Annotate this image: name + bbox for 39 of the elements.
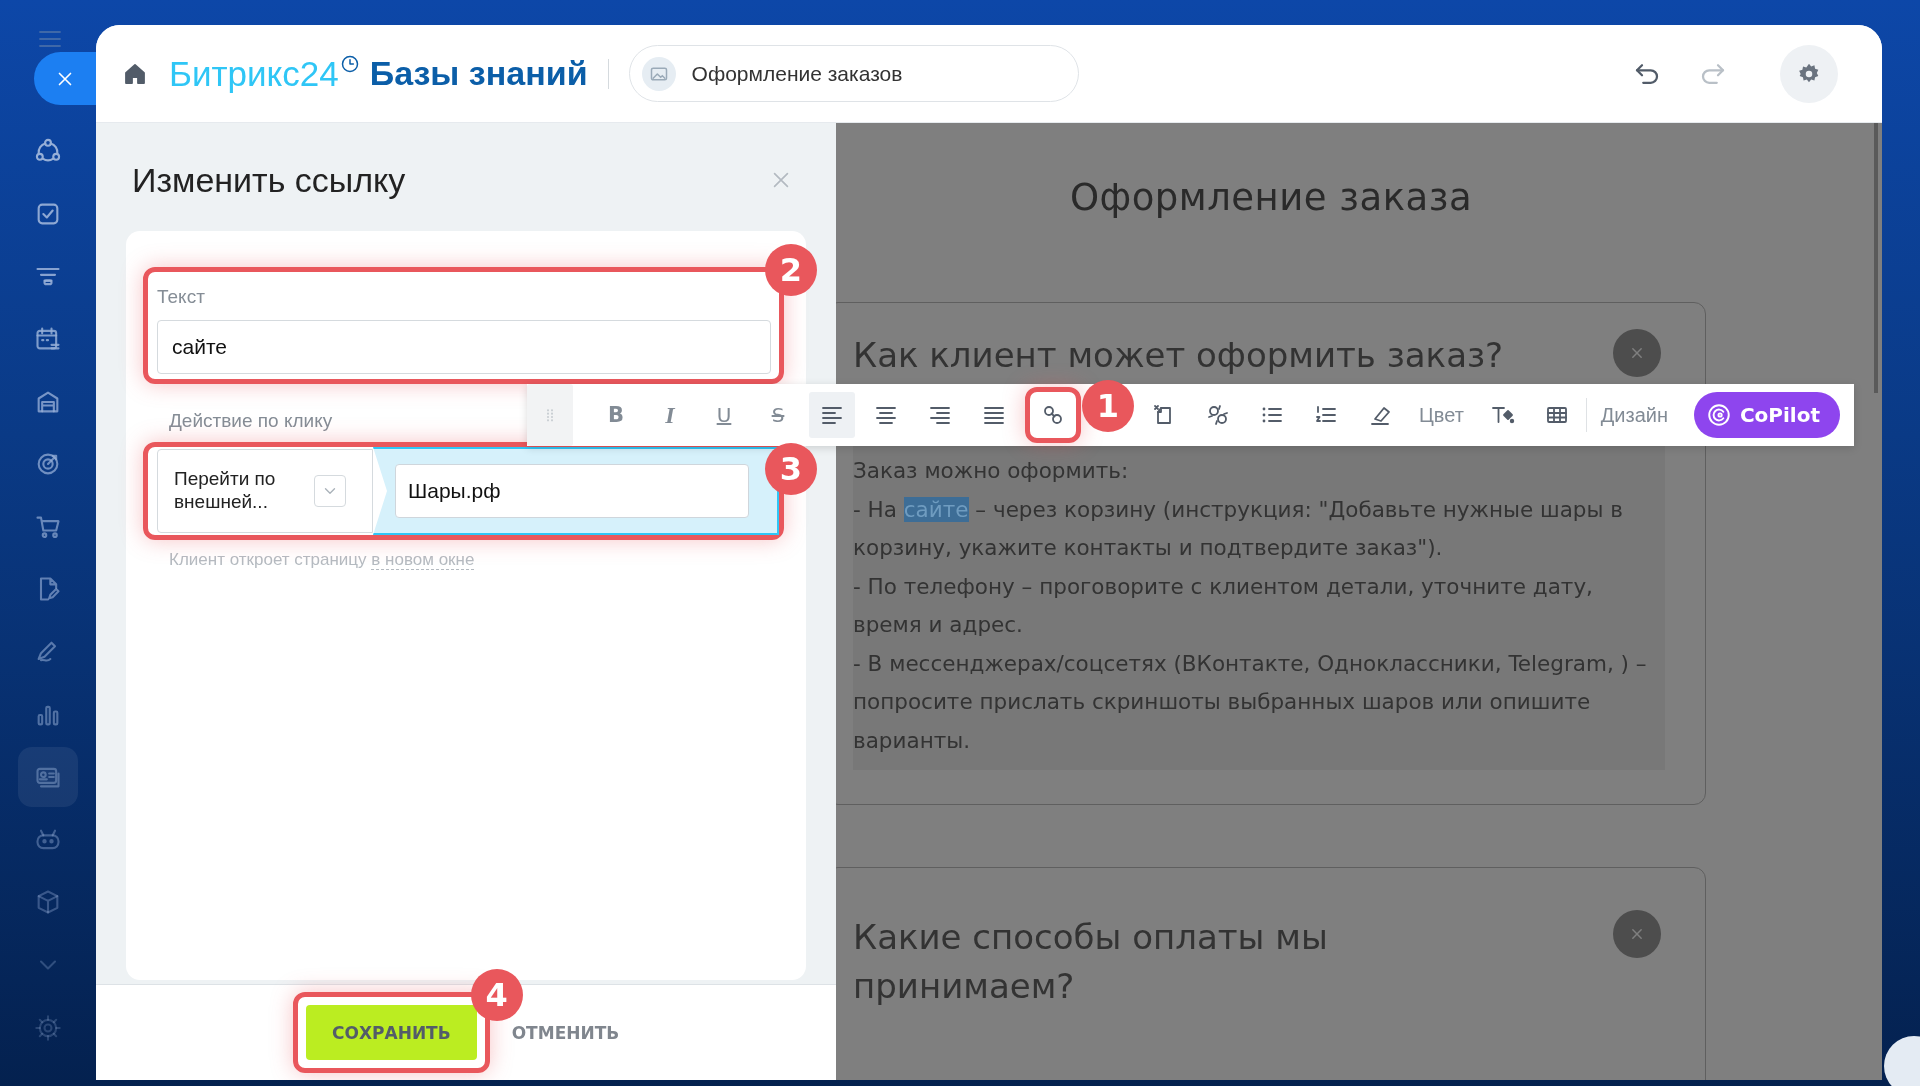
hint-text: Клиент откроет страницу в новом окне <box>169 550 476 570</box>
copilot-button[interactable]: CoPilot <box>1693 392 1840 438</box>
paragraph: Заказ можно оформить: <box>853 457 1130 485</box>
dialog-title: Изменить ссылку <box>132 160 406 200</box>
clock-icon <box>339 54 360 74</box>
remove-button[interactable] <box>1613 910 1661 958</box>
link-icon <box>1041 403 1065 427</box>
cancel-button[interactable]: ОТМЕНИТЬ <box>501 1022 630 1043</box>
remove-button[interactable] <box>1613 329 1661 377</box>
product-name: Базы знаний <box>369 56 588 90</box>
drag-handle[interactable] <box>527 384 573 446</box>
home-icon[interactable] <box>123 61 147 86</box>
strike-button[interactable]: S <box>755 392 801 438</box>
url-field[interactable]: Шары.рф <box>395 464 749 518</box>
hint-link[interactable]: в новом окне <box>371 550 475 570</box>
section-heading: Как клиент может оформить заказ? <box>853 334 1505 377</box>
field-label: Текст <box>157 286 206 308</box>
brand-name: Битрикс24 <box>169 56 339 91</box>
page-title: Оформление заказа <box>1068 176 1474 220</box>
settings-icon <box>34 1013 62 1042</box>
text-field[interactable]: сайте <box>157 320 771 374</box>
toolbar-button[interactable]: Дизайн <box>1592 392 1677 438</box>
action-select[interactable]: Перейти по внешней... <box>157 449 373 533</box>
field-label: Действие по клику <box>169 410 333 432</box>
italic-button[interactable]: I <box>647 392 693 438</box>
swirl-icon <box>1705 402 1732 428</box>
save-button[interactable]: СОХРАНИТЬ <box>306 1005 477 1060</box>
paragraph: - По телефону – проговорите с клиентом детали, уточните дату, время и адрес. <box>853 572 1594 639</box>
underline-button[interactable]: U <box>701 392 747 438</box>
toolbar-button[interactable] <box>809 392 855 438</box>
toolbar-button[interactable]: Цвет <box>1411 392 1472 438</box>
callout-number: 2 <box>765 244 817 296</box>
bold-button[interactable]: B <box>593 392 639 438</box>
close-button[interactable] <box>34 52 96 105</box>
section-heading: Какие способы оплаты мы принимаем? <box>853 916 1329 1008</box>
callout-number: 1 <box>1082 380 1134 432</box>
paragraph: - В мессенджерах/соцсетях (ВКонтакте, Одноклассники, Telegram, ) – попросите прислать скриншоты выбранных шаров или опишите варианты. <box>853 649 1648 755</box>
sidebar-item[interactable] <box>18 747 78 808</box>
unlink-icon <box>1206 403 1230 427</box>
